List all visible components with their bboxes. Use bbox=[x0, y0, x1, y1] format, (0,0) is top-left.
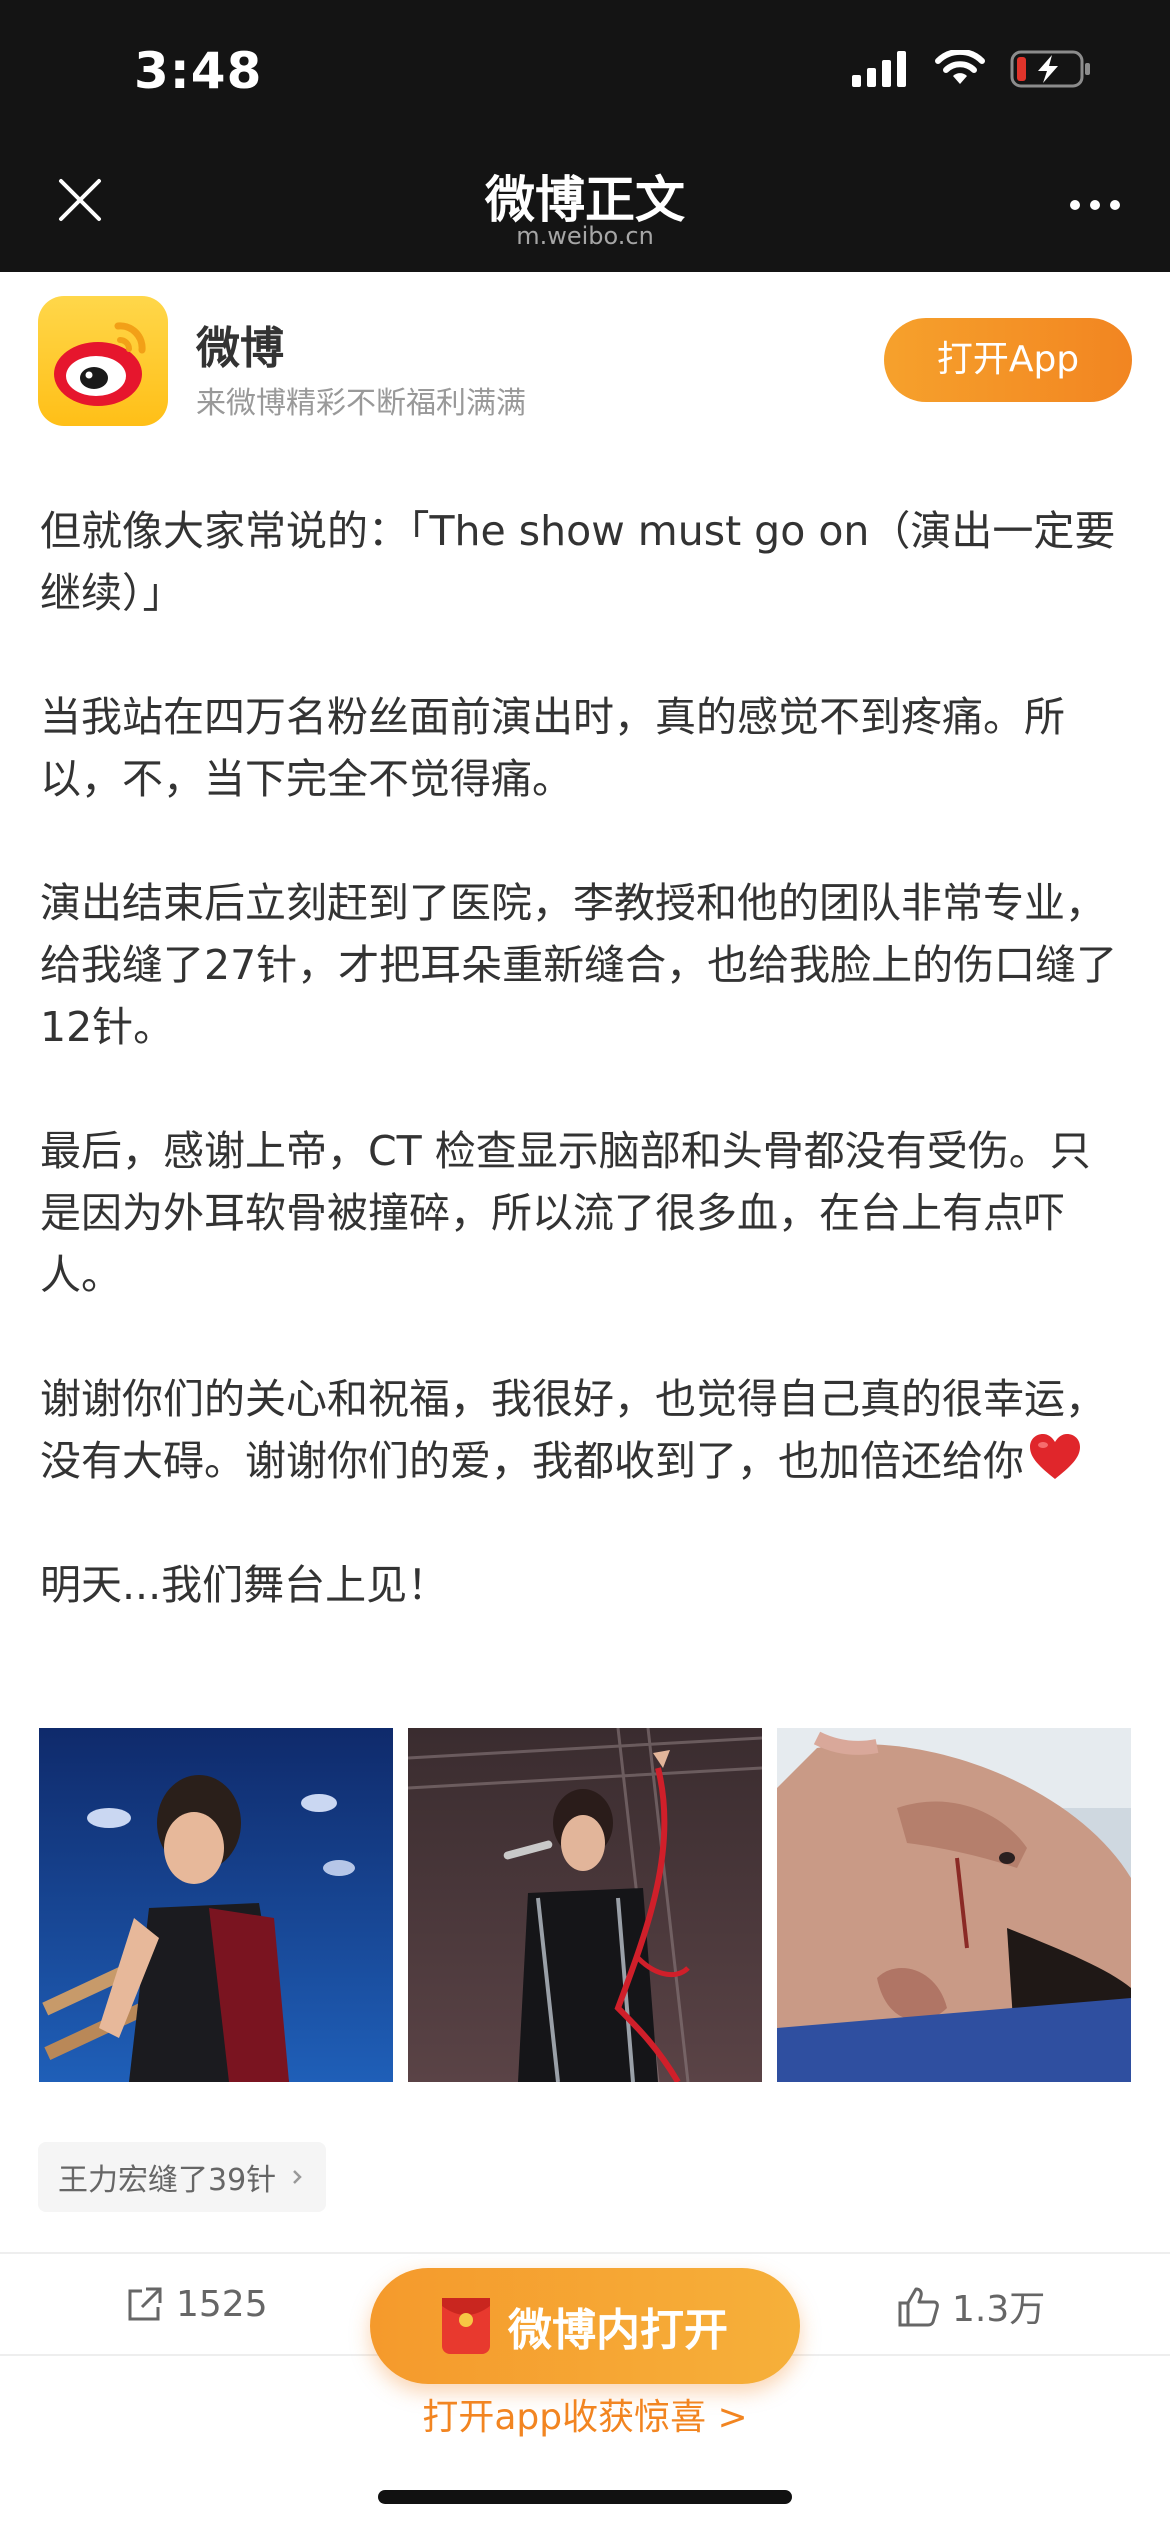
status-time: 3:48 bbox=[134, 42, 263, 100]
page-domain: m.weibo.cn bbox=[516, 222, 654, 250]
like-count: 1.3万 bbox=[952, 2289, 1046, 2330]
share-icon bbox=[128, 2287, 162, 2320]
post-paragraph: 演出结束后立刻赶到了医院，李教授和他的团队非常专业，给我缝了27针，才把耳朵重新… bbox=[40, 879, 1118, 1051]
app-promo-banner: 微博 来微博精彩不断福利满满 打开App bbox=[0, 272, 1170, 440]
post-paragraph: 当我站在四万名粉丝面前演出时，真的感觉不到疼痛。所以，不，当下完全不觉得痛。 bbox=[40, 693, 1065, 803]
post-image[interactable] bbox=[777, 1728, 1131, 2082]
post-image[interactable] bbox=[39, 1728, 393, 2082]
app-name: 微博 bbox=[196, 323, 284, 374]
weibo-eye-logo-icon bbox=[54, 322, 146, 406]
post-paragraph: 最后，感谢上帝，CT 检查显示脑部和头骨都没有受伤。只是因为外耳软骨被撞碎，所以… bbox=[40, 1127, 1091, 1299]
chevron-right-icon bbox=[293, 2170, 302, 2184]
status-icons bbox=[852, 50, 1092, 88]
post-paragraph: 明天...我们舞台上见！ bbox=[40, 1561, 449, 1609]
open-in-weibo-button[interactable]: 微博内打开 bbox=[370, 2268, 800, 2384]
post-image-grid bbox=[39, 1728, 1131, 2082]
open-app-link[interactable]: 打开app收获惊喜 > bbox=[0, 2388, 1170, 2440]
home-indicator bbox=[378, 2490, 792, 2504]
post-paragraph-text: 谢谢你们的关心和祝福，我很好，也觉得自己真的很幸运，没有大碍。谢谢你们的爱，我都… bbox=[40, 1375, 1106, 1485]
share-count: 1525 bbox=[176, 2284, 268, 2325]
post-body: 但就像大家常说的：「The show must go on（演出一定要继续）」 … bbox=[40, 500, 1130, 1616]
share-action[interactable]: 1525 bbox=[124, 2284, 268, 2325]
wifi-icon bbox=[935, 50, 985, 84]
post-image[interactable] bbox=[408, 1728, 762, 2082]
topic-tag[interactable]: 王力宏缝了39针 bbox=[38, 2142, 327, 2212]
more-options-button[interactable] bbox=[1070, 200, 1120, 210]
top-bar: 3:48 微博正文 m.weibo.cn bbox=[0, 0, 1170, 272]
battery-charging-icon bbox=[1010, 50, 1090, 88]
cellular-signal-icon bbox=[852, 51, 906, 87]
more-icon bbox=[1070, 200, 1080, 210]
like-action[interactable]: 1.3万 bbox=[896, 2280, 1045, 2332]
weibo-logo bbox=[38, 296, 168, 426]
post-paragraph: 但就像大家常说的：「The show must go on（演出一定要继续）」 bbox=[40, 507, 1116, 617]
topic-label: 王力宏缝了39针 bbox=[58, 2163, 277, 2198]
heart-icon bbox=[1030, 1434, 1080, 1479]
open-in-weibo-label: 微博内打开 bbox=[508, 2305, 728, 2356]
open-app-button[interactable]: 打开App bbox=[884, 318, 1132, 402]
weibo-post-page: 3:48 微博正文 m.weibo.cn 微博 来微博精彩不断福利满满 打开Ap… bbox=[0, 0, 1170, 2532]
red-packet-icon bbox=[442, 2298, 490, 2354]
post-paragraph-with-emoji: 谢谢你们的关心和祝福，我很好，也觉得自己真的很幸运，没有大碍。谢谢你们的爱，我都… bbox=[40, 1368, 1130, 1492]
app-tagline: 来微博精彩不断福利满满 bbox=[196, 386, 526, 421]
divider bbox=[0, 2252, 1170, 2254]
thumbs-up-icon bbox=[898, 2287, 939, 2327]
